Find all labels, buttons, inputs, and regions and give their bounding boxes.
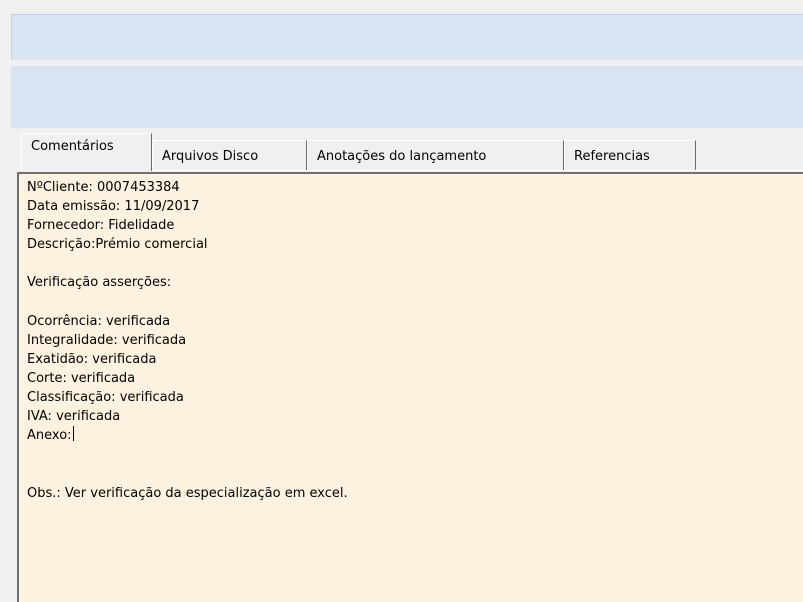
tab-baseline — [150, 170, 803, 171]
tab-referencias[interactable]: Referencias — [564, 140, 696, 171]
tab-arquivos-disco[interactable]: Arquivos Disco — [152, 140, 307, 171]
toolbar-secondary — [11, 66, 803, 128]
text-caret — [72, 426, 74, 442]
comment-line-with-caret: Anexo: — [27, 426, 803, 445]
tab-arquivos-disco-label: Arquivos Disco — [162, 149, 259, 164]
comment-line — [27, 254, 803, 273]
toolbar — [11, 14, 803, 60]
comment-line — [27, 445, 803, 464]
comment-line: Obs.: Ver verificação da especialização … — [27, 485, 348, 501]
tab-comentarios-label: Comentários — [31, 139, 114, 154]
comment-line: Verificação asserções: — [27, 275, 172, 291]
tab-referencias-label: Referencias — [574, 149, 650, 164]
tab-anotacoes-lancamento[interactable]: Anotações do lançamento — [307, 140, 564, 171]
comment-line: Anexo: — [27, 428, 72, 444]
comment-line: Data emissão: 11/09/2017 — [27, 199, 200, 215]
comment-line: Exatidão: verificada — [27, 351, 157, 367]
comment-line: Corte: verificada — [27, 370, 136, 386]
comment-line — [27, 293, 803, 312]
comment-line: IVA: verificada — [27, 409, 121, 425]
comment-line: Integralidade: verificada — [27, 332, 187, 348]
comment-line — [27, 464, 803, 483]
comment-line: Descrição:Prémio comercial — [27, 237, 208, 253]
tab-anotacoes-lancamento-label: Anotações do lançamento — [317, 149, 487, 164]
comments-text-area[interactable]: NºCliente: 0007453384 Data emissão: 11/0… — [17, 172, 803, 602]
tab-comentarios[interactable]: Comentários — [21, 133, 152, 171]
comment-line: Fornecedor: Fidelidade — [27, 218, 175, 234]
comment-line: Classificação: verificada — [27, 390, 184, 406]
comment-line: Ocorrência: verificada — [27, 313, 171, 329]
comment-line: NºCliente: 0007453384 — [27, 180, 180, 195]
